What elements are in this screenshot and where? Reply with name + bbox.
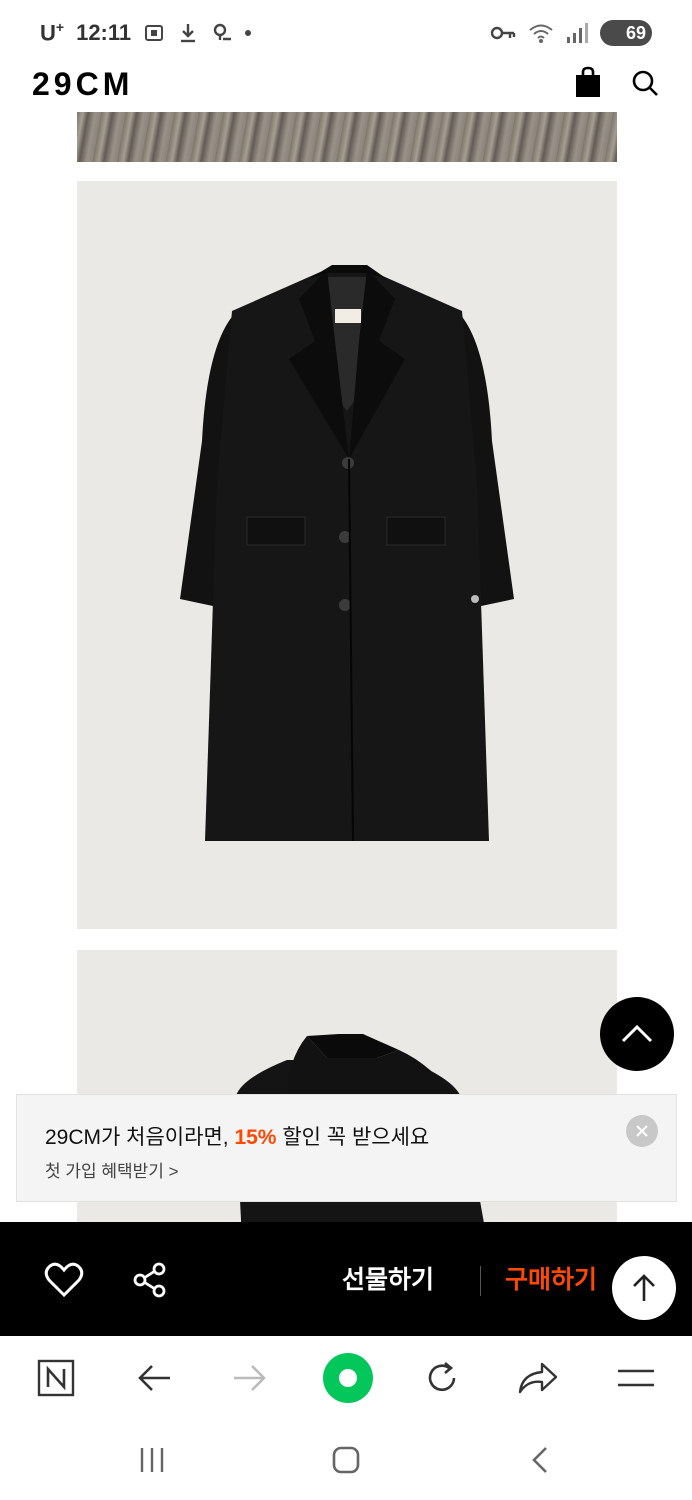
naver-home-icon	[323, 1353, 373, 1403]
shopping-bag-icon[interactable]	[574, 66, 602, 98]
share-icon[interactable]	[132, 1262, 168, 1298]
promo-discount: 15%	[234, 1126, 277, 1149]
back-icon	[532, 1447, 547, 1473]
chevron-up-icon	[621, 1024, 653, 1043]
promo-title: 29CM가 처음이라면, 15% 할인 꼭 받으세요	[45, 1126, 430, 1149]
signup-promo-banner[interactable]: 29CM가 처음이라면, 15% 할인 꼭 받으세요 첫 가입 혜택받기 >	[16, 1094, 677, 1202]
battery-indicator: 69	[600, 20, 652, 46]
action-divider	[480, 1266, 481, 1296]
system-nav-bar	[0, 1420, 692, 1500]
search-icon[interactable]	[630, 68, 660, 98]
notification-dot	[245, 30, 252, 36]
browser-back-button[interactable]	[132, 1356, 176, 1400]
logo[interactable]: 29CM	[32, 66, 133, 103]
browser-share-button[interactable]	[516, 1356, 560, 1400]
naver-home-button[interactable]	[322, 1352, 374, 1404]
carrier-label: U+	[40, 19, 65, 46]
status-left: U+ 12:11	[40, 18, 252, 48]
browser-toolbar	[0, 1336, 692, 1420]
refresh-icon	[428, 1362, 456, 1392]
heart-icon[interactable]	[44, 1262, 84, 1298]
promo-signup-link[interactable]: 첫 가입 혜택받기 >	[45, 1157, 179, 1182]
browser-forward-button[interactable]	[228, 1356, 272, 1400]
clock: 12:11	[76, 20, 132, 45]
home-button[interactable]	[326, 1442, 366, 1478]
product-image-fur-detail	[77, 112, 617, 162]
arrow-up-icon	[633, 1274, 655, 1301]
naver-n-icon	[37, 1359, 75, 1397]
refresh-button[interactable]	[420, 1356, 464, 1400]
screenshot-icon	[145, 25, 164, 41]
coat-front-illustration	[180, 265, 514, 842]
browser-menu-button[interactable]	[614, 1356, 658, 1400]
naver-n-button[interactable]	[34, 1356, 78, 1400]
app-header: 29CM	[0, 64, 692, 112]
scroll-to-top-button[interactable]	[600, 997, 674, 1071]
status-right: 69	[490, 18, 652, 48]
status-bar: U+ 12:11 69	[0, 0, 692, 64]
recent-apps-icon	[140, 1448, 164, 1472]
forward-arrow-icon	[234, 1365, 266, 1391]
product-image-coat-front	[77, 181, 617, 929]
recent-apps-button[interactable]	[132, 1442, 172, 1478]
purchase-action-bar: 선물하기 구매하기	[0, 1222, 692, 1336]
browser-scroll-top-button[interactable]	[612, 1256, 676, 1320]
menu-icon	[618, 1369, 654, 1387]
close-promo-button[interactable]	[626, 1115, 658, 1147]
gift-button[interactable]: 선물하기	[318, 1258, 458, 1302]
home-icon	[332, 1446, 360, 1474]
location-icon	[213, 23, 232, 41]
system-back-button[interactable]	[520, 1442, 560, 1478]
back-arrow-icon	[138, 1365, 170, 1391]
share-arrow-icon	[518, 1362, 558, 1394]
vpn-key-icon	[490, 26, 516, 40]
close-icon	[636, 1125, 648, 1137]
wifi-icon	[529, 24, 553, 43]
download-icon	[181, 24, 196, 43]
signal-icon	[567, 23, 588, 43]
